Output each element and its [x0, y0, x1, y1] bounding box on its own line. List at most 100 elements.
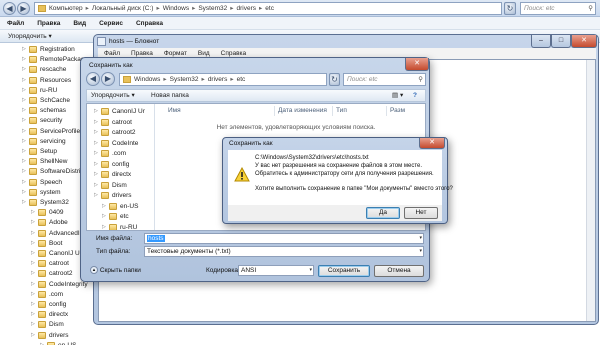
- tree-item[interactable]: ▷ config: [87, 159, 154, 170]
- folder-icon: [38, 260, 46, 268]
- save-as-nav-bar: ◀ ▶ Windows ▸ System32 ▸ drivers ▸ etc ↻ Поиск…: [86, 71, 426, 88]
- folder-icon: [29, 66, 37, 74]
- menu-file[interactable]: Файл: [7, 17, 24, 30]
- yes-button[interactable]: Да: [366, 207, 400, 219]
- save-as-close-button[interactable]: ✕: [405, 58, 429, 71]
- folder-icon: [38, 209, 46, 217]
- sa-organize-button[interactable]: Упорядочить ▾: [91, 90, 135, 102]
- expand-arrow-icon[interactable]: ▷: [94, 148, 100, 159]
- tree-item[interactable]: ▷ Dism: [87, 180, 154, 191]
- sa-address-field[interactable]: Windows ▸ System32 ▸ drivers ▸ etc: [119, 73, 327, 86]
- tree-item[interactable]: ▷ directx: [87, 169, 154, 180]
- forward-button[interactable]: ▶: [17, 2, 30, 15]
- expand-arrow-icon[interactable]: ▷: [94, 169, 100, 180]
- alert-close-button[interactable]: ✕: [419, 138, 445, 149]
- minimize-button[interactable]: –: [531, 35, 551, 48]
- column-date[interactable]: Дата изменения: [278, 106, 327, 116]
- folder-icon: [123, 76, 131, 83]
- expand-arrow-icon[interactable]: ▷: [102, 211, 108, 222]
- alert-footer: Да Нет: [228, 205, 442, 221]
- sa-breadcrumb-windows[interactable]: Windows: [134, 76, 160, 83]
- expand-arrow-icon[interactable]: ▷: [94, 138, 100, 149]
- expand-arrow-icon[interactable]: ▷: [94, 117, 100, 128]
- expand-arrow-icon[interactable]: ▷: [94, 159, 100, 170]
- vertical-scrollbar[interactable]: [586, 60, 595, 321]
- hide-folders-toggle[interactable]: ▴ Скрыть папки: [90, 265, 141, 276]
- folder-icon: [29, 97, 37, 104]
- folder-icon: [101, 129, 109, 136]
- sa-refresh-icon[interactable]: ↻: [329, 73, 340, 86]
- maximize-button[interactable]: □: [551, 35, 571, 48]
- cancel-button[interactable]: Отмена: [374, 265, 424, 277]
- explorer-address-field[interactable]: Компьютер ▸ Локальный диск (C:) ▸ Windows ▸ Sy…: [34, 2, 502, 15]
- breadcrumb-disk-c[interactable]: Локальный диск (C:): [92, 5, 154, 12]
- back-button[interactable]: ◀: [3, 2, 16, 15]
- breadcrumb-computer[interactable]: Компьютер: [49, 5, 83, 12]
- expand-arrow-icon[interactable]: ▷: [94, 127, 100, 138]
- tree-item[interactable]: ▷ drivers: [87, 190, 154, 201]
- warning-icon: [234, 167, 250, 182]
- tree-item[interactable]: ▷ CodeInte: [87, 138, 154, 149]
- tree-item[interactable]: ▷ en-US: [87, 201, 154, 212]
- tree-item[interactable]: ▷ en-US: [0, 340, 96, 345]
- close-button[interactable]: ✕: [571, 35, 597, 48]
- menu-view[interactable]: Вид: [73, 17, 86, 30]
- filetype-select[interactable]: Текстовые документы (*.txt) ▾: [144, 246, 424, 257]
- help-icon[interactable]: ?: [413, 90, 417, 102]
- explorer-menu-bar: Файл Правка Вид Сервис Справка: [0, 17, 600, 30]
- expand-arrow-icon[interactable]: ▷: [102, 222, 108, 231]
- alert-message-line1: У вас нет разрешения на сохранение файло…: [255, 163, 423, 169]
- filename-label: Имя файла:: [96, 235, 133, 242]
- folder-icon: [29, 168, 37, 176]
- expand-arrow-icon[interactable]: ▷: [40, 340, 46, 345]
- tree-item[interactable]: ▷ etc: [87, 211, 154, 222]
- tree-item[interactable]: ▷ catroot: [87, 117, 154, 128]
- tree-item[interactable]: ▷ catroot2: [87, 127, 154, 138]
- folder-icon: [38, 321, 46, 329]
- column-size[interactable]: Разм: [390, 106, 405, 116]
- tree-item-label: catroot2: [112, 129, 136, 136]
- breadcrumb-etc[interactable]: etc: [265, 5, 274, 12]
- folder-icon: [38, 301, 46, 308]
- sa-breadcrumb-system32[interactable]: System32: [170, 76, 199, 83]
- explorer-search-input[interactable]: Поиск: etc ⚲: [520, 2, 596, 15]
- expand-arrow-icon[interactable]: ▷: [94, 106, 100, 117]
- expand-arrow-icon[interactable]: ▷: [94, 190, 100, 201]
- expand-arrow-icon[interactable]: ▷: [102, 201, 108, 212]
- sa-breadcrumb-etc[interactable]: etc: [237, 76, 246, 83]
- save-button[interactable]: Сохранить: [318, 265, 370, 277]
- refresh-icon[interactable]: ↻: [504, 2, 516, 15]
- tree-item[interactable]: ▷ CanonIJ Ur: [87, 106, 154, 117]
- breadcrumb-system32[interactable]: System32: [198, 5, 227, 12]
- folder-icon: [38, 239, 46, 247]
- expand-arrow-icon[interactable]: ▷: [94, 180, 100, 191]
- folder-icon: [38, 219, 46, 227]
- organize-button[interactable]: Упорядочить ▾: [8, 30, 52, 43]
- view-options-icon[interactable]: ▤ ▾: [392, 90, 403, 102]
- save-as-title: Сохранить как: [89, 62, 133, 69]
- menu-help[interactable]: Справка: [136, 17, 163, 30]
- new-folder-button[interactable]: Новая папка: [151, 90, 189, 102]
- chevron-up-icon: ▴: [90, 266, 98, 275]
- column-name[interactable]: Имя: [168, 106, 181, 116]
- sa-forward-button[interactable]: ▶: [101, 72, 115, 86]
- breadcrumb-drivers[interactable]: drivers: [237, 5, 257, 12]
- tree-item-label: .com: [112, 150, 127, 157]
- breadcrumb-windows[interactable]: Windows: [163, 5, 189, 12]
- explorer-address-bar: ◀ ▶ Компьютер ▸ Локальный диск (C:) ▸ Window…: [0, 0, 600, 17]
- tree-item[interactable]: ▷ .com: [87, 148, 154, 159]
- no-button[interactable]: Нет: [404, 207, 438, 219]
- tree-item[interactable]: ▷ ru-RU: [87, 222, 154, 231]
- column-type[interactable]: Тип: [336, 106, 347, 116]
- folder-icon: [29, 127, 37, 135]
- sa-back-button[interactable]: ◀: [86, 72, 100, 86]
- sa-breadcrumb-drivers[interactable]: drivers: [208, 76, 228, 83]
- sa-search-input[interactable]: Поиск: etc ⚲: [343, 73, 426, 86]
- notepad-app-icon: [97, 37, 106, 46]
- menu-edit[interactable]: Правка: [37, 17, 60, 30]
- tree-item-label: en-US: [120, 202, 139, 210]
- encoding-select[interactable]: ANSI ▾: [238, 265, 314, 276]
- filename-input[interactable]: hosts ▾: [144, 233, 424, 244]
- chevron-down-icon[interactable]: ▾: [419, 234, 422, 243]
- menu-tools[interactable]: Сервис: [99, 17, 123, 30]
